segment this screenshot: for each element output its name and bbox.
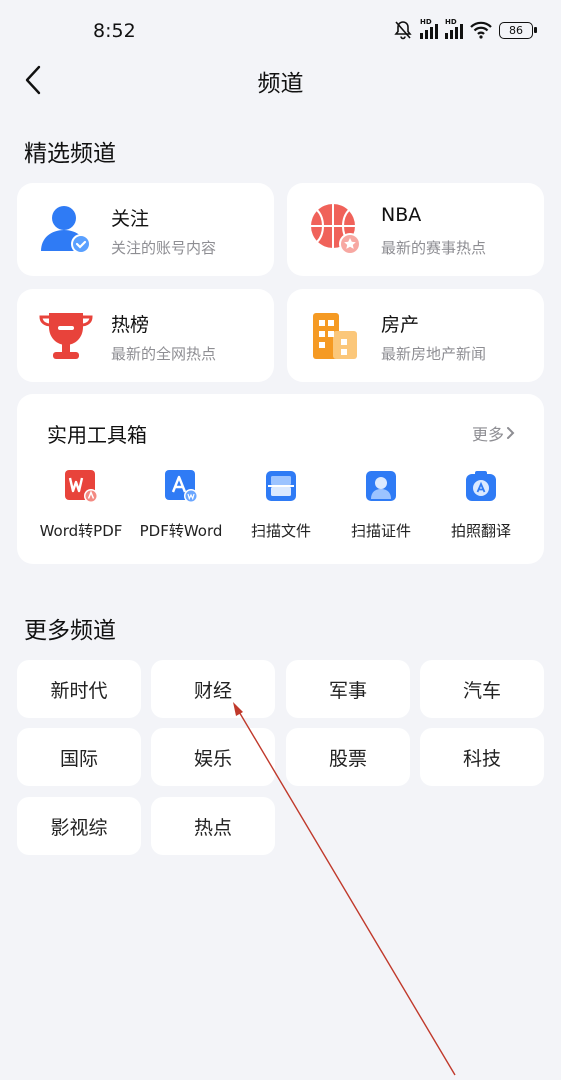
- status-bar: 8:52 HD HD 86: [0, 0, 561, 62]
- basketball-icon: [311, 204, 361, 255]
- tool-scan-id[interactable]: 扫描证件: [331, 468, 431, 541]
- channel-desc: 关注的账号内容: [111, 239, 217, 257]
- channel-card-follow[interactable]: 关注 关注的账号内容: [17, 183, 274, 276]
- channel-chip[interactable]: 娱乐: [151, 728, 275, 786]
- signal-icon-1: HD: [420, 18, 438, 39]
- featured-section-title: 精选频道: [24, 141, 116, 167]
- tool-label: 扫描文件: [250, 522, 311, 540]
- signal-icon-2: HD: [445, 18, 463, 39]
- channel-chip[interactable]: 影视综: [17, 797, 141, 855]
- wifi-icon: [470, 21, 492, 39]
- channel-name: 热榜: [111, 314, 150, 336]
- channel-desc: 最新房地产新闻: [381, 345, 487, 363]
- toolbox-tools: Word转PDF PDF转Word 扫描文件 扫描证件 拍照翻译: [17, 468, 544, 541]
- tool-label: PDF转Word: [139, 522, 223, 540]
- trophy-icon: [39, 313, 93, 359]
- channel-name: 关注: [111, 208, 150, 230]
- tool-label: 拍照翻译: [450, 522, 511, 540]
- status-icons: HD HD 86: [393, 18, 537, 40]
- building-icon: [313, 313, 357, 359]
- tool-word-to-pdf[interactable]: Word转PDF: [31, 468, 131, 541]
- channel-name: 房产: [381, 314, 420, 336]
- channel-chip[interactable]: 科技: [420, 728, 544, 786]
- more-label: 更多: [471, 425, 504, 444]
- nav-bar: 频道: [0, 62, 561, 102]
- channel-chip[interactable]: 新时代: [17, 660, 141, 718]
- more-channels-title: 更多频道: [24, 618, 116, 644]
- follow-user-icon: [41, 206, 91, 254]
- tool-label: 扫描证件: [350, 522, 411, 540]
- channel-card-nba[interactable]: NBA 最新的赛事热点: [287, 183, 544, 276]
- channel-desc: 最新的赛事热点: [381, 239, 487, 257]
- toolbox-more-link[interactable]: 更多: [472, 421, 516, 445]
- channel-card-hot-list[interactable]: 热榜 最新的全网热点: [17, 289, 274, 382]
- scan-file-icon: [266, 471, 296, 501]
- page-title: 频道: [257, 71, 304, 97]
- channel-chip[interactable]: 军事: [286, 660, 410, 718]
- chevron-right-icon: [507, 427, 515, 439]
- status-time: 8:52: [93, 20, 136, 42]
- tool-label: Word转PDF: [39, 522, 123, 540]
- scan-id-icon: [366, 471, 396, 501]
- channel-desc: 最新的全网热点: [111, 345, 217, 363]
- channel-chip[interactable]: 国际: [17, 728, 141, 786]
- photo-translate-icon: [466, 471, 496, 501]
- channel-chip[interactable]: 股票: [286, 728, 410, 786]
- word-to-pdf-icon: [65, 470, 98, 503]
- tool-scan-file[interactable]: 扫描文件: [231, 468, 331, 541]
- channel-chip[interactable]: 汽车: [420, 660, 544, 718]
- channel-name: NBA: [381, 204, 422, 226]
- toolbox-title: 实用工具箱: [47, 423, 147, 447]
- channel-chip[interactable]: 热点: [151, 797, 275, 855]
- bell-muted-icon: [394, 21, 412, 40]
- pdf-to-word-icon: [165, 470, 198, 503]
- channel-chip[interactable]: 财经: [151, 660, 275, 718]
- tool-photo-translate[interactable]: 拍照翻译: [431, 468, 531, 541]
- battery-icon: 86: [499, 21, 537, 39]
- toolbox-card: 实用工具箱 更多 Word转PDF PDF转Word 扫描文件 扫描证件 拍照翻…: [17, 394, 544, 564]
- channel-card-realestate[interactable]: 房产 最新房地产新闻: [287, 289, 544, 382]
- tool-pdf-to-word[interactable]: PDF转Word: [131, 468, 231, 541]
